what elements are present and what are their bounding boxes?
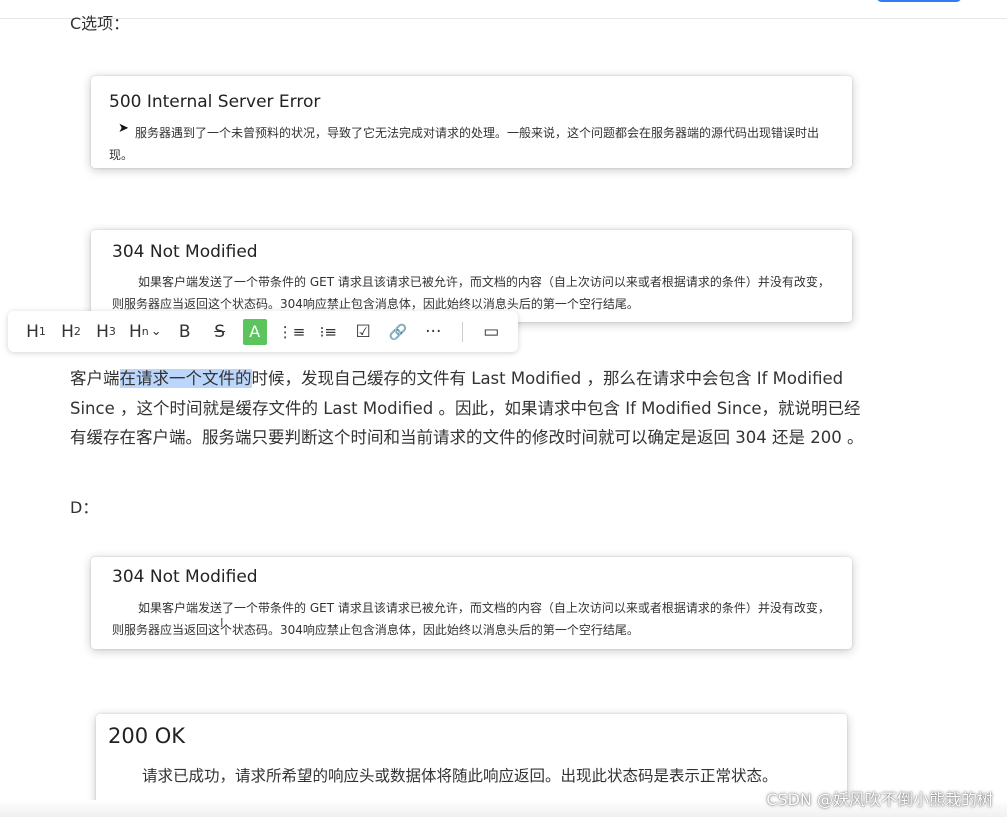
card-body: 服务器遇到了一个未曾预料的状况，导致了它无法完成对请求的处理。一般来说，这个问题…: [109, 126, 820, 162]
body-paragraph[interactable]: 客户端在请求一个文件的时候，发现自己缓存的文件有 Last Modified ，…: [70, 364, 870, 453]
heading-3-button[interactable]: H3: [94, 319, 118, 345]
image-card-304[interactable]: 304 Not Modified 如果客户端发送了一个带条件的 GET 请求且该…: [91, 230, 852, 322]
section-label-c: C选项：: [70, 14, 130, 33]
card-title: 200 OK: [108, 724, 186, 748]
card-body: 如果客户端发送了一个带条件的 GET 请求且该请求已被允许，而文档的内容（自上次…: [112, 275, 830, 311]
image-card-304[interactable]: 304 Not Modified 如果客户端发送了一个带条件的 GET 请求且该…: [91, 557, 852, 649]
strikethrough-button[interactable]: S: [208, 319, 232, 345]
watermark: CSDN @妖风吹不倒小熊栽的树: [766, 790, 993, 809]
toolbar-divider: [462, 321, 464, 342]
link-icon[interactable]: 🔗: [386, 319, 410, 345]
ordered-list-icon[interactable]: ⋮≡: [278, 319, 306, 345]
highlight-button[interactable]: A: [242, 318, 267, 345]
top-bar: [0, 0, 1007, 19]
selected-text: 在请求一个文件的: [119, 369, 252, 388]
section-label-d: D：: [70, 498, 99, 517]
comment-icon[interactable]: ▭: [479, 319, 503, 345]
paragraph-text: 客户端: [70, 369, 120, 388]
card-body: 请求已成功，请求所希望的响应头或数据体将随此响应返回。出现此状态码是表示正常状态…: [142, 767, 778, 785]
bold-button[interactable]: B: [173, 319, 197, 345]
top-action-button[interactable]: [876, 0, 962, 2]
more-icon[interactable]: ···: [421, 319, 445, 345]
card-title: 304 Not Modified: [112, 567, 258, 587]
heading-2-button[interactable]: H2: [59, 319, 83, 345]
checkbox-icon[interactable]: ☑: [351, 319, 375, 345]
image-card-200[interactable]: 200 OK 请求已成功，请求所希望的响应头或数据体将随此响应返回。出现此状态码…: [96, 714, 847, 814]
text-cursor-icon: I: [220, 616, 224, 630]
card-title: 304 Not Modified: [112, 242, 258, 262]
bullet-list-icon[interactable]: ⁝≡: [316, 319, 340, 345]
heading-n-dropdown[interactable]: Hn ⌄: [129, 319, 162, 345]
chevron-down-icon: ⌄: [150, 324, 162, 339]
mouse-cursor-icon: ➤: [118, 121, 129, 136]
card-title: 500 Internal Server Error: [109, 92, 321, 112]
image-card-500[interactable]: 500 Internal Server Error 服务器遇到了一个未曾预料的状…: [91, 76, 852, 168]
format-toolbar: H1 H2 H3 Hn ⌄ B S A ⋮≡ ⁝≡ ☑ 🔗 ··· ▭: [8, 311, 518, 352]
heading-1-button[interactable]: H1: [24, 319, 48, 345]
